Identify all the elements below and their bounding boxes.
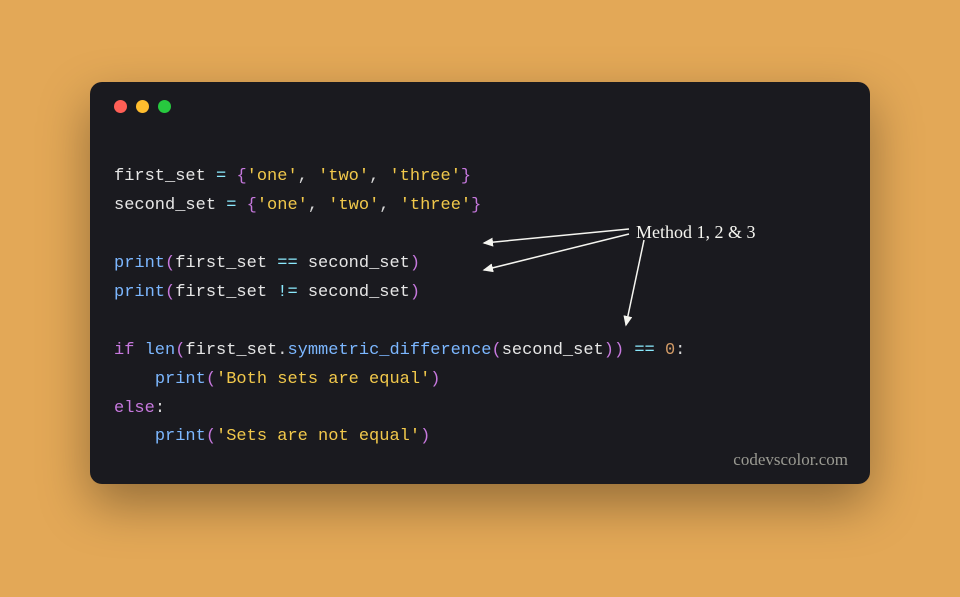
- window-controls: [114, 100, 846, 113]
- code-block: first_set = {'one', 'two', 'three'} seco…: [114, 135, 846, 597]
- code-window: first_set = {'one', 'two', 'three'} seco…: [90, 82, 870, 484]
- code-line-4: print(first_set == second_set): [114, 254, 420, 273]
- code-line-1: first_set = {'one', 'two', 'three'}: [114, 167, 471, 186]
- annotation-label: Method 1, 2 & 3: [636, 217, 756, 248]
- watermark: codevscolor.com: [733, 450, 848, 470]
- maximize-icon: [158, 100, 171, 113]
- code-line-2: second_set = {'one', 'two', 'three'}: [114, 196, 481, 215]
- code-line-10: print('Sets are not equal'): [114, 427, 430, 446]
- code-line-9: else:: [114, 399, 165, 418]
- minimize-icon: [136, 100, 149, 113]
- code-line-7: if len(first_set.symmetric_difference(se…: [114, 341, 685, 360]
- close-icon: [114, 100, 127, 113]
- code-line-8: print('Both sets are equal'): [114, 370, 440, 389]
- code-line-5: print(first_set != second_set): [114, 283, 420, 302]
